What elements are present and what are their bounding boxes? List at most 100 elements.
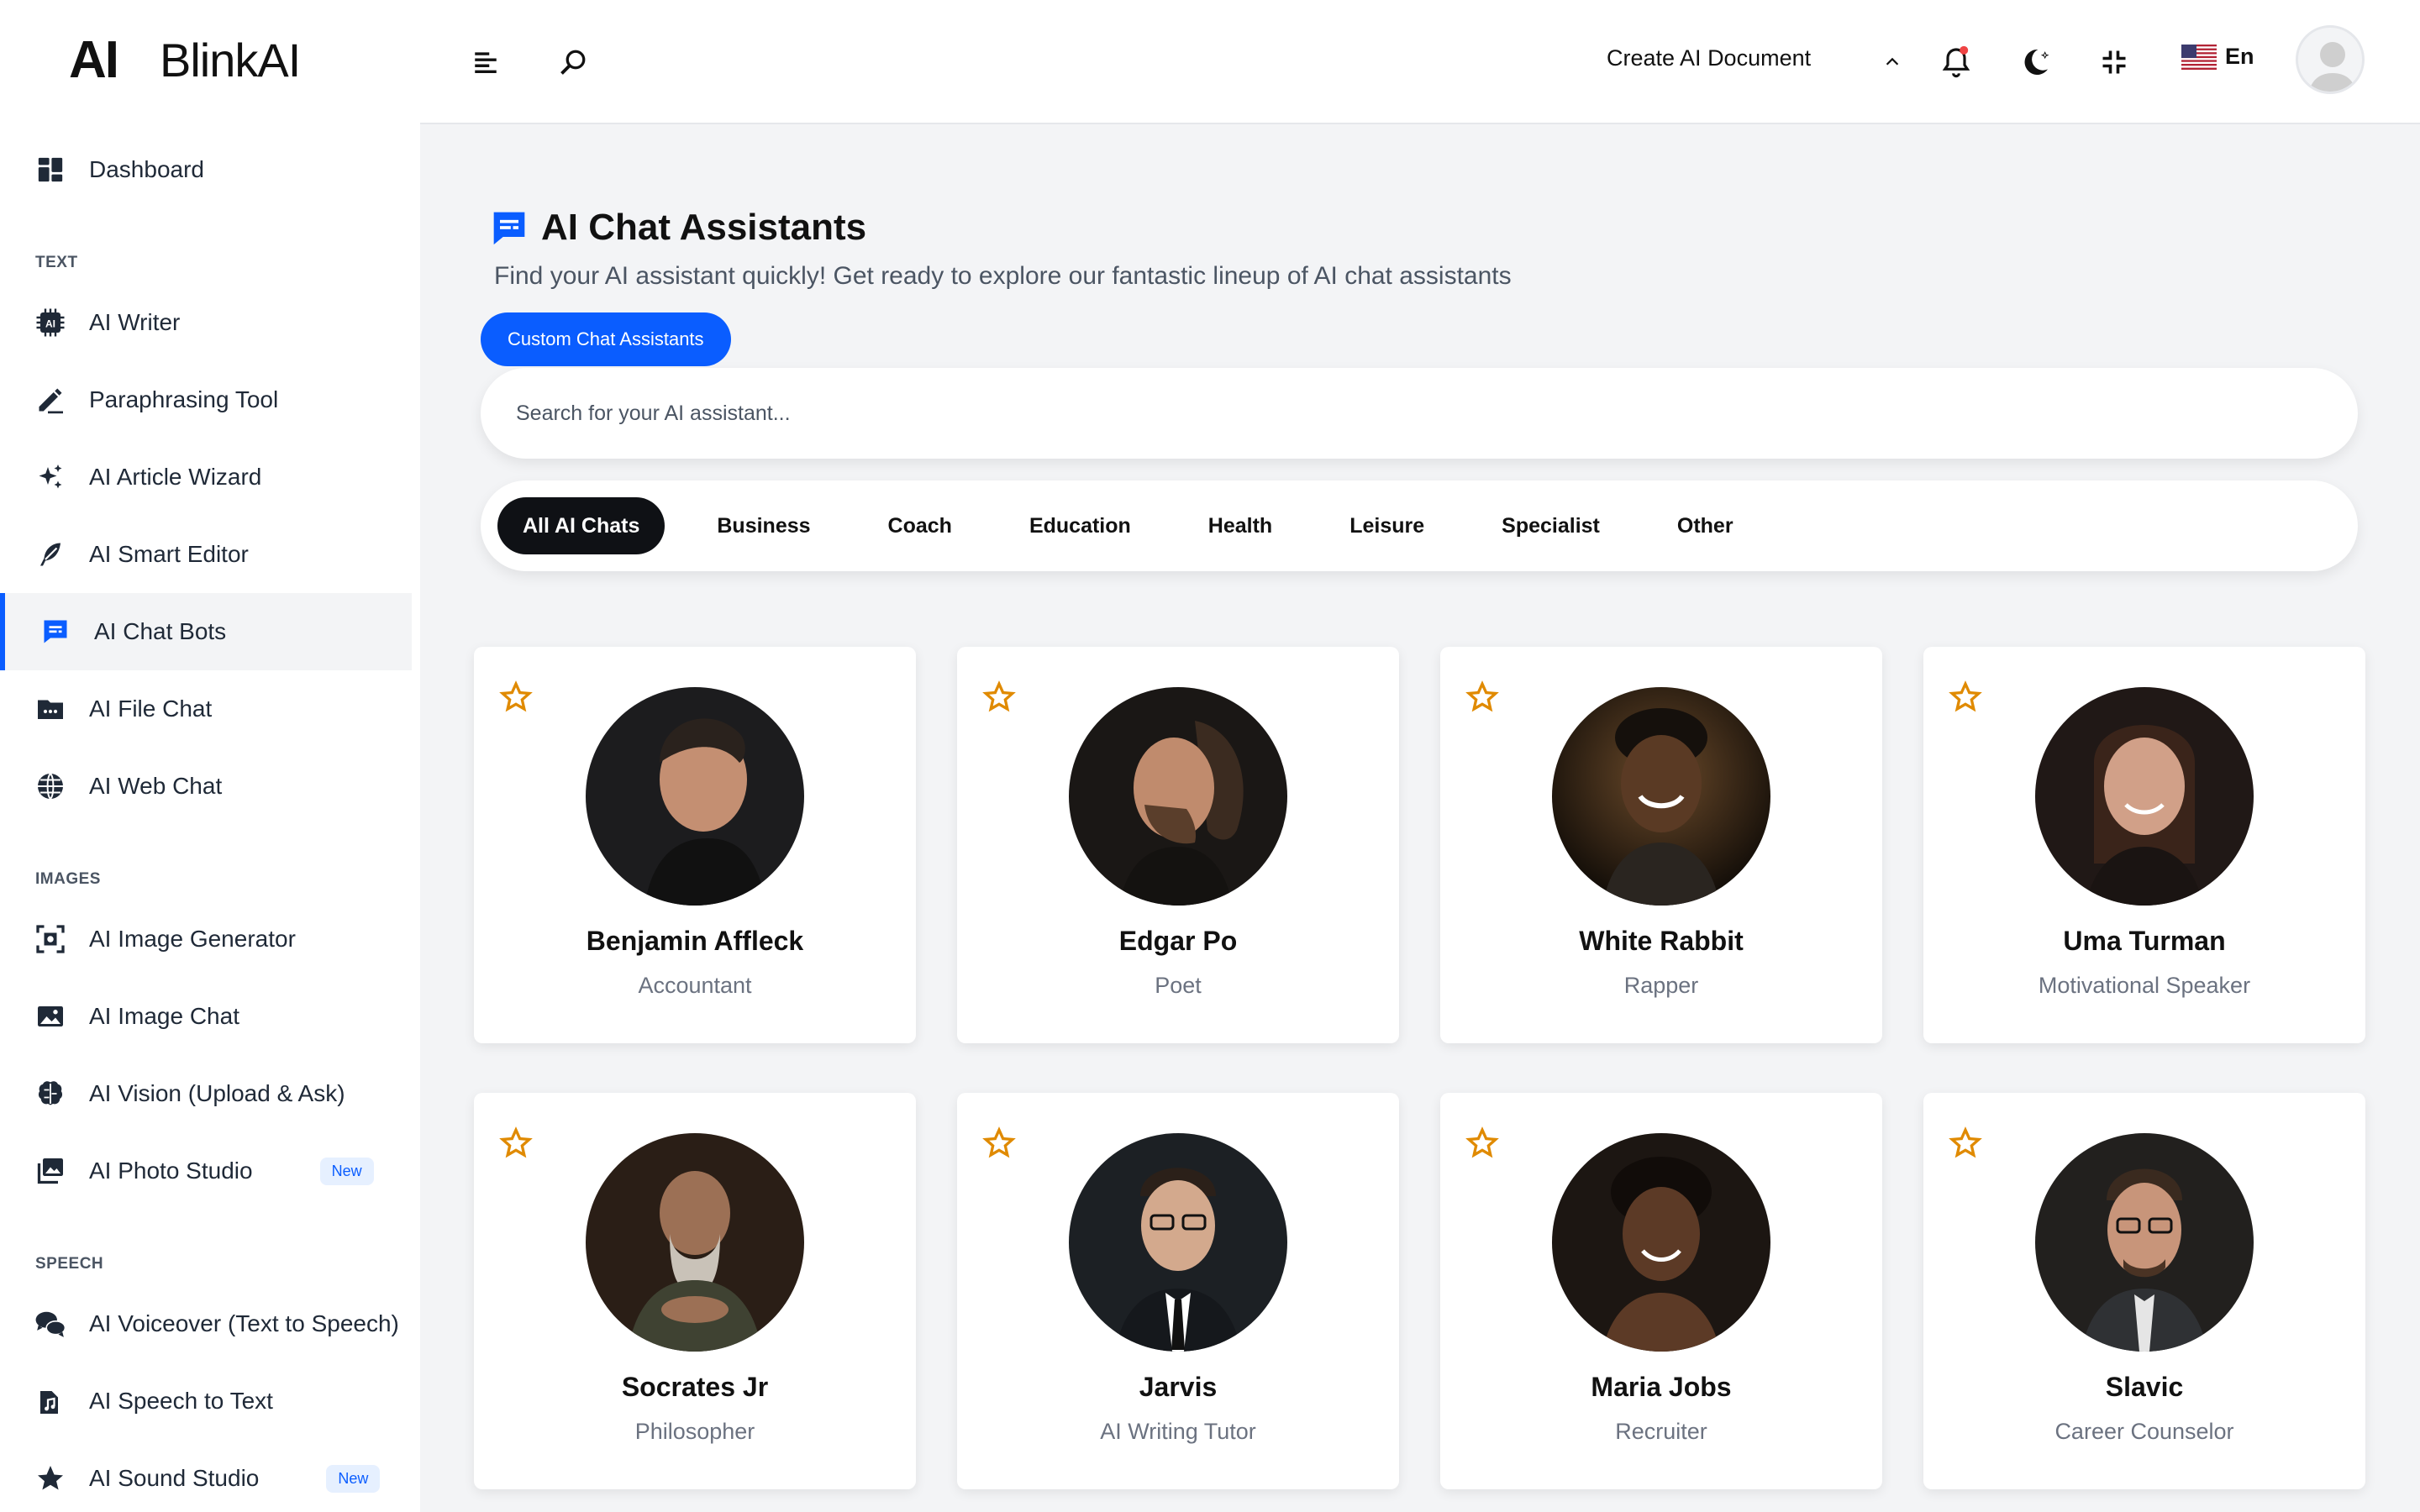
sidebar-item-label: AI Speech to Text xyxy=(89,1388,273,1414)
sidebar-item-label: Dashboard xyxy=(89,156,204,182)
assistant-name: Benjamin Affleck xyxy=(586,926,804,956)
custom-chat-assistants-button[interactable]: Custom Chat Assistants xyxy=(481,312,731,366)
favorite-star-icon[interactable] xyxy=(982,680,1016,714)
sidebar-item-paraphrasing-tool[interactable]: Paraphrasing Tool xyxy=(0,361,420,438)
sidebar: AI BlinkAI Dashboard TEXT AI AI Writer P… xyxy=(0,0,420,1512)
sidebar-item-label: AI Photo Studio xyxy=(89,1158,253,1184)
user-avatar[interactable] xyxy=(2296,25,2365,94)
chat-bubbles-icon xyxy=(34,1307,67,1341)
menu-toggle-icon[interactable] xyxy=(467,44,504,81)
assistant-avatar xyxy=(586,687,804,906)
svg-text:AI: AI xyxy=(45,318,55,329)
assistant-card[interactable]: White Rabbit Rapper xyxy=(1440,647,1882,1043)
sidebar-item-label: AI Smart Editor xyxy=(89,541,249,567)
assistant-avatar xyxy=(2035,1133,2254,1352)
sidebar-item-ai-voiceover[interactable]: AI Voiceover (Text to Speech) xyxy=(0,1285,420,1362)
assistant-name: White Rabbit xyxy=(1579,926,1744,956)
sidebar-item-ai-speech-to-text[interactable]: AI Speech to Text xyxy=(0,1362,420,1440)
section-label-text: TEXT xyxy=(35,254,78,271)
assistant-card[interactable]: Uma Turman Motivational Speaker xyxy=(1923,647,2365,1043)
sidebar-item-ai-article-wizard[interactable]: AI Article Wizard xyxy=(0,438,420,516)
search-icon[interactable] xyxy=(555,44,592,81)
section-label-images: IMAGES xyxy=(35,870,101,888)
assistant-card[interactable]: Socrates Jr Philosopher xyxy=(474,1093,916,1489)
favorite-star-icon[interactable] xyxy=(1465,680,1499,714)
sidebar-item-ai-smart-editor[interactable]: AI Smart Editor xyxy=(0,516,420,593)
assistant-avatar xyxy=(1552,687,1770,906)
tab-education[interactable]: Education xyxy=(1004,497,1156,554)
page-title: AI Chat Assistants xyxy=(491,207,866,249)
bell-icon[interactable] xyxy=(1938,44,1975,81)
brand-name: BlinkAI xyxy=(160,34,301,87)
favorite-star-icon[interactable] xyxy=(1949,1126,1982,1160)
assistant-card[interactable]: Slavic Career Counselor xyxy=(1923,1093,2365,1489)
favorite-star-icon[interactable] xyxy=(499,1126,533,1160)
language-selector[interactable]: En xyxy=(2181,44,2254,70)
assistant-name: Slavic xyxy=(2105,1372,2184,1402)
assistant-avatar xyxy=(2035,687,2254,906)
category-tabs: All AI Chats Business Coach Education He… xyxy=(481,480,2358,571)
assistant-role: Accountant xyxy=(638,973,752,998)
sidebar-item-ai-chat-bots[interactable]: AI Chat Bots xyxy=(0,593,412,670)
chevron-up-icon[interactable] xyxy=(1874,44,1911,81)
sidebar-item-label: AI Web Chat xyxy=(89,773,223,799)
sidebar-item-label: Paraphrasing Tool xyxy=(89,386,279,412)
dark-mode-icon[interactable] xyxy=(2017,44,2054,81)
sidebar-item-ai-image-generator[interactable]: AI Image Generator xyxy=(0,900,420,978)
search-input[interactable] xyxy=(481,368,2358,459)
assistant-name: Socrates Jr xyxy=(621,1372,769,1402)
assistant-card[interactable]: Maria Jobs Recruiter xyxy=(1440,1093,1882,1489)
sidebar-item-label: AI Image Generator xyxy=(89,926,296,952)
tab-all-ai-chats[interactable]: All AI Chats xyxy=(497,497,666,554)
favorite-star-icon[interactable] xyxy=(1949,680,1982,714)
folder-icon xyxy=(34,692,67,726)
assistant-role: Poet xyxy=(1155,973,1202,998)
photos-icon xyxy=(34,1154,67,1188)
sidebar-item-ai-sound-studio[interactable]: AI Sound Studio New xyxy=(0,1440,420,1512)
tab-other[interactable]: Other xyxy=(1652,497,1759,554)
assistant-card[interactable]: Jarvis AI Writing Tutor xyxy=(957,1093,1399,1489)
sidebar-item-dashboard[interactable]: Dashboard xyxy=(0,131,420,208)
assistant-name: Edgar Po xyxy=(1118,926,1238,956)
tab-health[interactable]: Health xyxy=(1183,497,1297,554)
sidebar-item-label: AI Vision (Upload & Ask) xyxy=(89,1080,345,1106)
sidebar-nav: Dashboard TEXT AI AI Writer Paraphrasing… xyxy=(0,131,420,1512)
fullscreen-exit-icon[interactable] xyxy=(2096,44,2133,81)
tab-coach[interactable]: Coach xyxy=(863,497,977,554)
tab-specialist[interactable]: Specialist xyxy=(1476,497,1625,554)
favorite-star-icon[interactable] xyxy=(982,1126,1016,1160)
tab-leisure[interactable]: Leisure xyxy=(1324,497,1449,554)
sidebar-item-ai-vision[interactable]: AI Vision (Upload & Ask) xyxy=(0,1055,420,1132)
main-content: AI Chat Assistants Find your AI assistan… xyxy=(420,126,2420,1512)
sidebar-item-label: AI Sound Studio xyxy=(89,1465,260,1491)
pen-icon xyxy=(34,383,67,417)
star-icon xyxy=(34,1462,67,1495)
assistant-avatar xyxy=(1069,1133,1287,1352)
sparkle-icon xyxy=(34,460,67,494)
sidebar-item-label: AI File Chat xyxy=(89,696,213,722)
dashboard-icon xyxy=(34,153,67,186)
sidebar-item-label: AI Article Wizard xyxy=(89,464,262,490)
create-document-button[interactable]: Create AI Document xyxy=(1607,45,1811,71)
assistant-avatar xyxy=(1069,687,1287,906)
image-scan-icon xyxy=(34,922,67,956)
assistant-role: Rapper xyxy=(1623,973,1699,998)
assistant-card[interactable]: Edgar Po Poet xyxy=(957,647,1399,1043)
tab-business[interactable]: Business xyxy=(692,497,835,554)
page-subtitle: Find your AI assistant quickly! Get read… xyxy=(494,262,1512,290)
feather-icon xyxy=(34,538,67,571)
sidebar-item-ai-web-chat[interactable]: AI Web Chat xyxy=(0,748,420,825)
chat-icon xyxy=(493,212,525,245)
brand-mark: AI xyxy=(69,31,119,89)
assistant-role: Motivational Speaker xyxy=(2038,973,2251,998)
sidebar-item-ai-writer[interactable]: AI AI Writer xyxy=(0,284,420,361)
assistant-role: Recruiter xyxy=(1615,1419,1707,1444)
favorite-star-icon[interactable] xyxy=(1465,1126,1499,1160)
sidebar-item-ai-file-chat[interactable]: AI File Chat xyxy=(0,670,420,748)
sidebar-item-ai-image-chat[interactable]: AI Image Chat xyxy=(0,978,420,1055)
brand-logo[interactable]: AI BlinkAI xyxy=(69,30,301,90)
language-label: En xyxy=(2225,44,2254,69)
sidebar-item-ai-photo-studio[interactable]: AI Photo Studio New xyxy=(0,1132,420,1210)
assistant-card[interactable]: Benjamin Affleck Accountant xyxy=(474,647,916,1043)
favorite-star-icon[interactable] xyxy=(499,680,533,714)
